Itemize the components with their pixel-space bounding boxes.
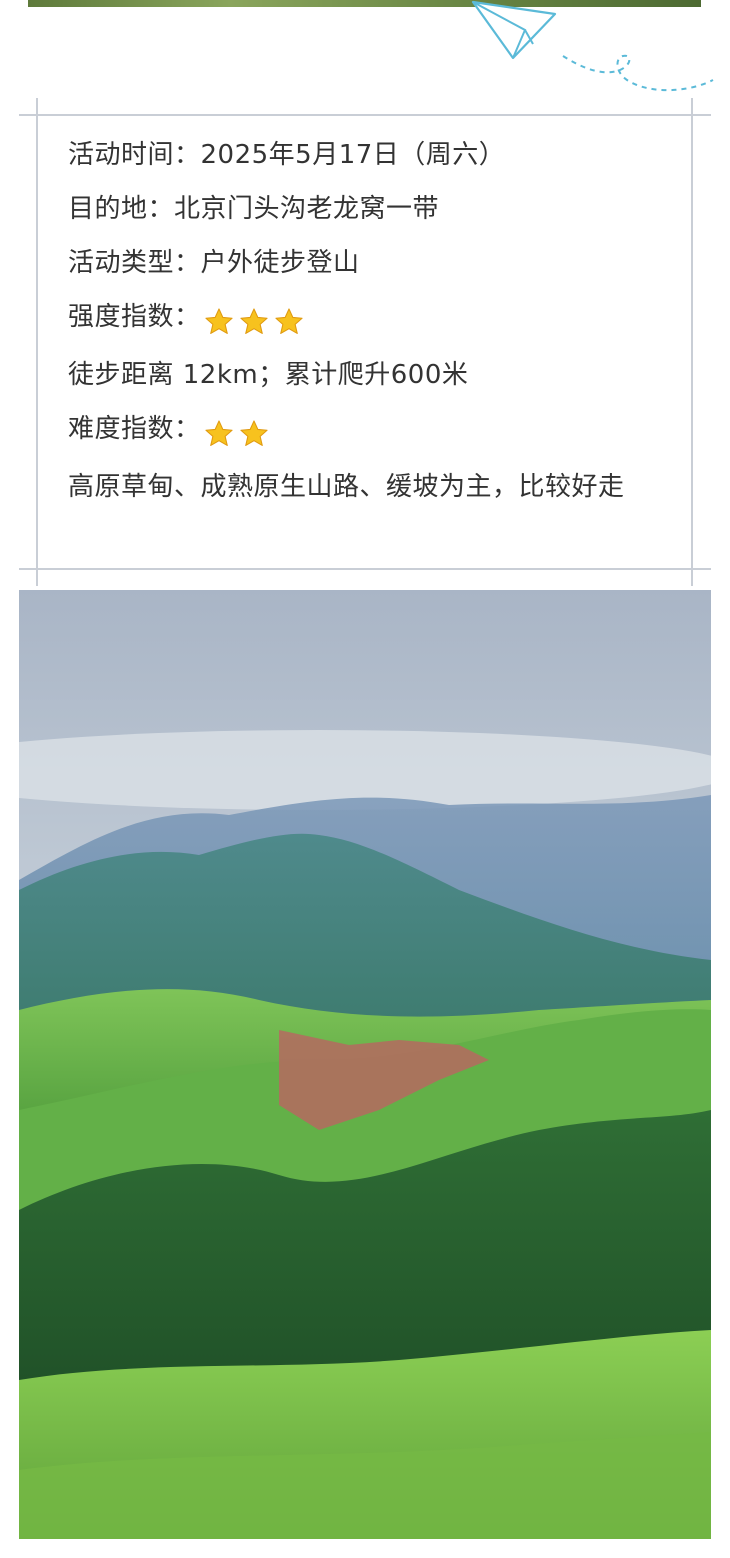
frame-top-line: [19, 114, 711, 116]
event-intensity: 强度指数：: [68, 290, 658, 348]
star-icon: [204, 419, 233, 446]
star-icon: [239, 307, 268, 334]
mountain-meadow-photo: [19, 590, 711, 1539]
event-terrain: 高原草甸、成熟原生山路、缓坡为主，比较好走: [68, 472, 625, 502]
event-info-list: 活动时间：2025年5月17日（周六） 目的地：北京门头沟老龙窝一带 活动类型：…: [68, 128, 658, 514]
intensity-rating: [203, 294, 308, 348]
intensity-label: 强度指数：: [68, 302, 201, 332]
star-icon: [239, 419, 268, 446]
frame-right-line: [691, 98, 693, 586]
difficulty-rating: [203, 406, 273, 460]
event-difficulty: 难度指数：: [68, 402, 658, 460]
event-type: 活动类型：户外徒步登山: [68, 248, 360, 278]
event-distance: 徒步距离 12km；累计爬升600米: [68, 360, 469, 390]
frame-left-line: [36, 98, 38, 586]
frame-bottom-line: [19, 568, 711, 570]
landscape-image: [19, 590, 711, 1539]
difficulty-label: 难度指数：: [68, 414, 201, 444]
event-info-card: 活动时间：2025年5月17日（周六） 目的地：北京门头沟老龙窝一带 活动类型：…: [0, 0, 730, 590]
event-date: 活动时间：2025年5月17日（周六）: [68, 140, 506, 170]
star-icon: [274, 307, 303, 334]
star-icon: [204, 307, 233, 334]
event-destination: 目的地：北京门头沟老龙窝一带: [68, 194, 440, 224]
